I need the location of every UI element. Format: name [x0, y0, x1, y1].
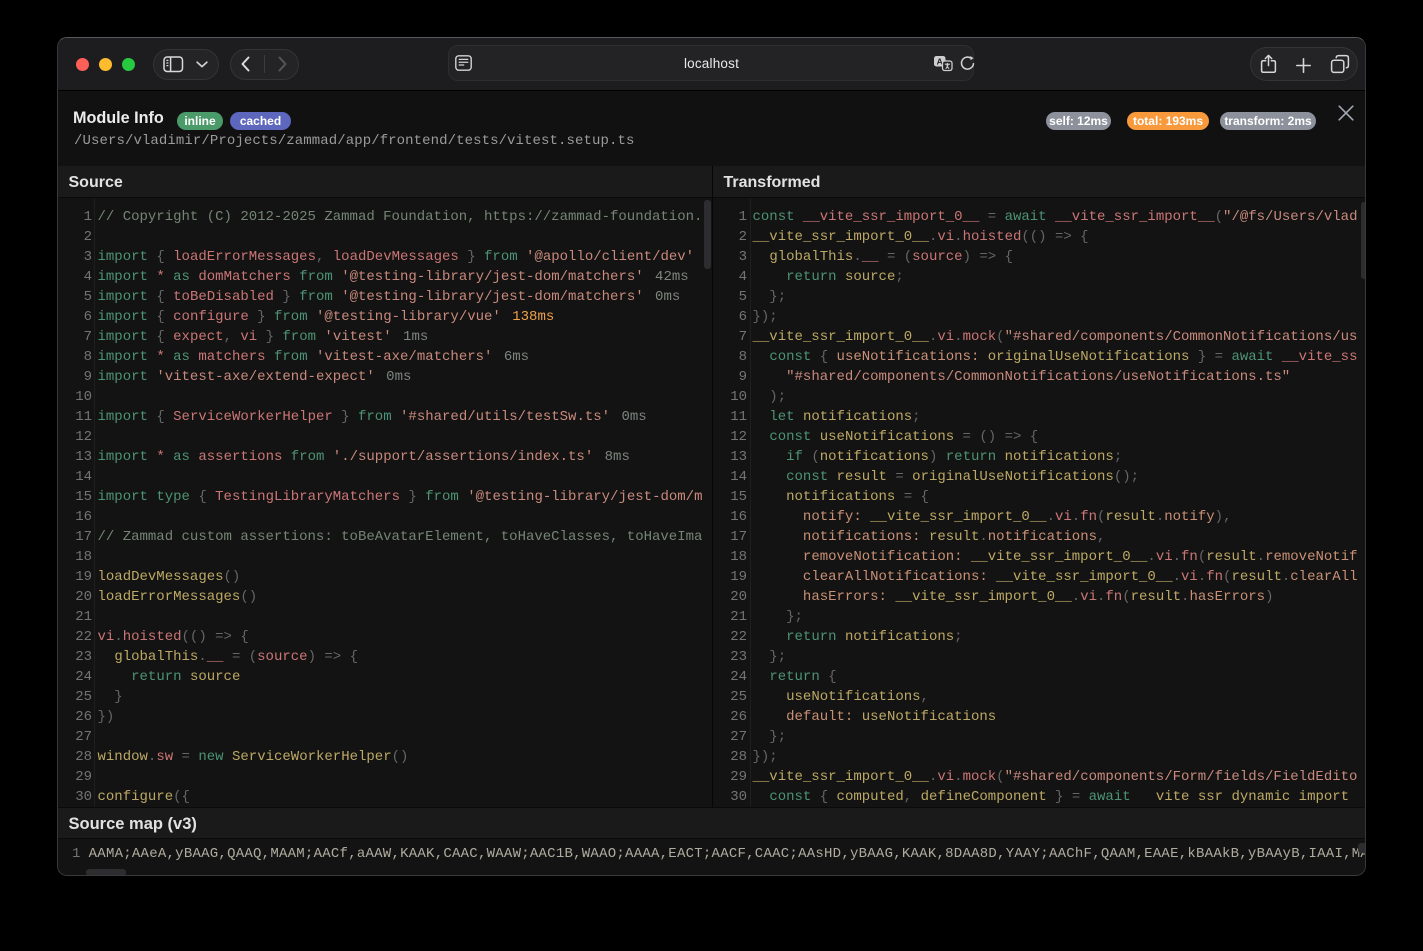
svg-text:A: A	[937, 56, 943, 66]
